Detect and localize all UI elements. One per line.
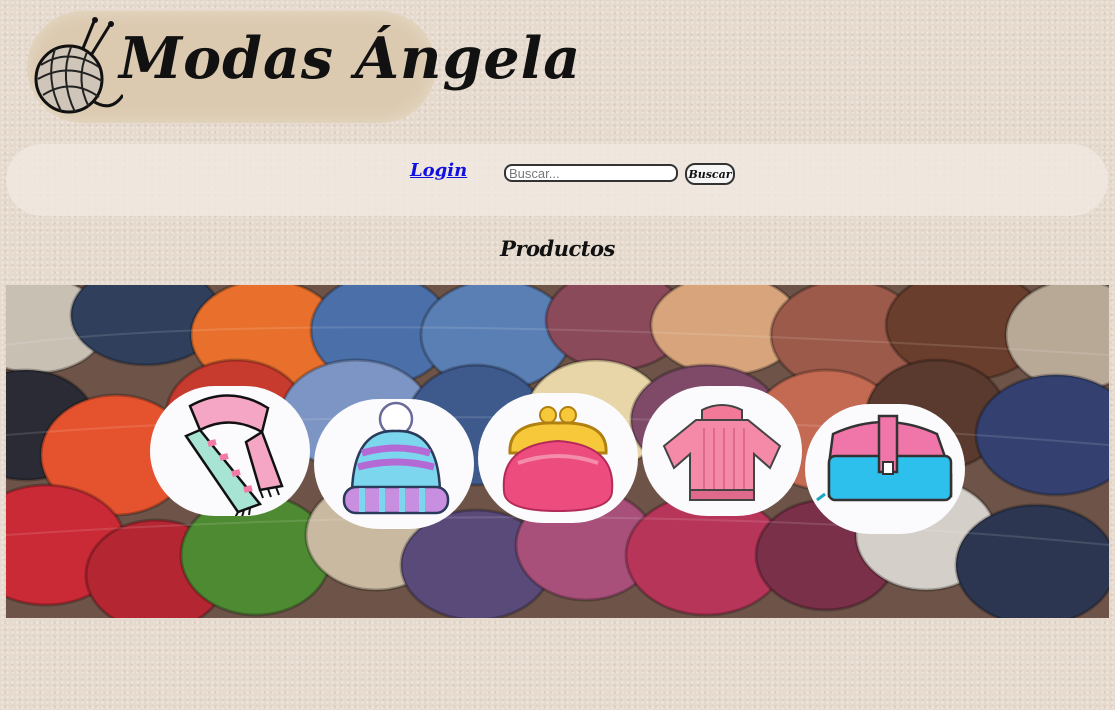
coin-purse-icon [502,406,614,513]
yarn-ball-icon [34,17,123,114]
product-beanie-button[interactable] [314,399,474,529]
nav-bar: Login Buscar [6,144,1108,216]
product-handbag-button[interactable] [805,404,965,534]
login-link[interactable]: Login [410,160,467,181]
scarf-icon [184,394,284,516]
site-logo: Modas Ángela [27,11,580,123]
beanie-icon [342,401,450,515]
section-title: Productos [500,236,615,261]
sweater-icon [662,404,782,501]
product-purse-button[interactable] [478,393,638,523]
product-sweater-button[interactable] [642,386,802,516]
product-scarf-button[interactable] [150,386,310,516]
search-button[interactable]: Buscar [685,163,735,185]
yarn-banner [6,285,1109,618]
logo-text: Modas Ángela [119,25,582,92]
search-input[interactable] [504,164,678,182]
handbag-icon [816,414,953,502]
